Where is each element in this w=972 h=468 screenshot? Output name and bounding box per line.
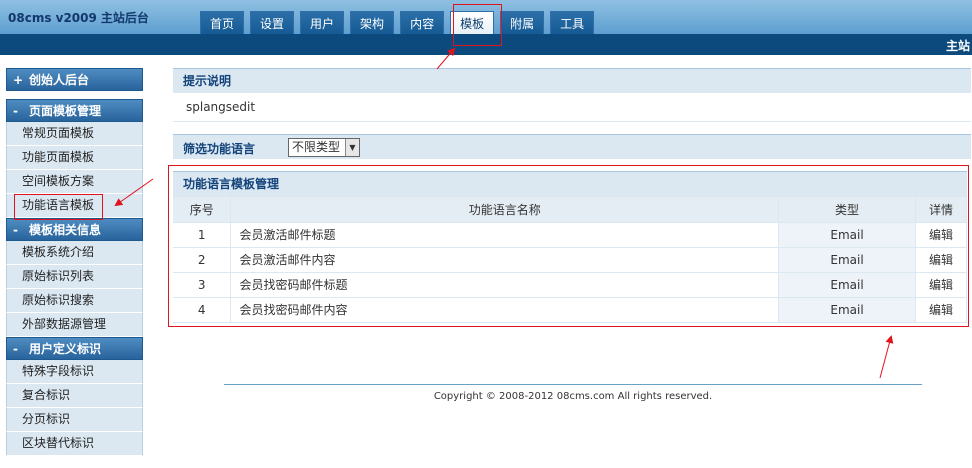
tab-templates[interactable]: 模板: [450, 11, 495, 34]
column-header-details: 详情: [915, 197, 967, 223]
tab-extras[interactable]: 附属: [500, 11, 545, 34]
sidebar-founder-header[interactable]: + 创始人后台: [6, 68, 143, 91]
sidebar-item-raw-tag-list[interactable]: 原始标识列表: [6, 265, 143, 289]
table-row: 1 会员激活邮件标题 Email 编辑: [173, 222, 967, 248]
tip-title: 提示说明: [173, 68, 971, 93]
sidebar-item-pagination-tags[interactable]: 分页标识: [6, 408, 143, 432]
table-header-row: 序号 功能语言名称 类型 详情: [173, 197, 967, 223]
row-name: 会员激活邮件内容: [230, 247, 780, 273]
row-name: 会员激活邮件标题: [230, 222, 780, 248]
sidebar-section-user-tags[interactable]: - 用户定义标识: [6, 337, 143, 360]
row-no: 2: [173, 247, 232, 273]
tab-users[interactable]: 用户: [300, 11, 345, 34]
dropdown-arrow-icon[interactable]: ▼: [345, 139, 359, 156]
filter-bar: 筛选功能语言 不限类型 ▼: [173, 134, 971, 159]
logo-title: 主站后台: [100, 11, 149, 25]
row-type: Email: [778, 297, 916, 323]
table-row: 2 会员激活邮件内容 Email 编辑: [173, 247, 967, 273]
tab-settings[interactable]: 设置: [250, 11, 295, 34]
logo-version: 08cms v2009: [8, 11, 97, 25]
table-row: 3 会员找密码邮件标题 Email 编辑: [173, 272, 967, 298]
row-type: Email: [778, 247, 916, 273]
row-type: Email: [778, 272, 916, 298]
table-row: 4 会员找密码邮件内容 Email 编辑: [173, 297, 967, 323]
column-header-type: 类型: [778, 197, 916, 223]
sidebar-section-template-info[interactable]: - 模板相关信息: [6, 218, 143, 241]
tab-tools[interactable]: 工具: [550, 11, 595, 34]
tab-structure[interactable]: 架构: [350, 11, 395, 34]
collapse-icon: -: [13, 104, 18, 118]
sidebar-header-label: 用户定义标识: [29, 342, 102, 356]
row-no: 4: [173, 297, 232, 323]
expand-icon: +: [13, 73, 24, 87]
tip-panel: 提示说明 splangsedit: [173, 68, 971, 122]
top-header: 08cms v2009 主站后台 首页 设置 用户 架构 内容 模板 附属 工具: [0, 0, 972, 34]
collapse-icon: -: [13, 342, 18, 356]
sidebar-item-block-replace-tags[interactable]: 区块替代标识: [6, 432, 143, 456]
edit-link[interactable]: 编辑: [915, 297, 967, 323]
site-label: 主站: [945, 39, 970, 53]
app-logo: 08cms v2009 主站后台: [8, 9, 149, 26]
annotation-arrow-table: [879, 335, 894, 379]
tip-text: splangsedit: [173, 93, 971, 122]
sidebar-item-template-system-intro[interactable]: 模板系统介绍: [6, 241, 143, 265]
sidebar-item-label: 功能语言模板: [22, 198, 95, 212]
sub-header-bar: 主站: [0, 34, 972, 55]
edit-link[interactable]: 编辑: [915, 222, 967, 248]
filter-selected-value: 不限类型: [292, 140, 341, 154]
edit-link[interactable]: 编辑: [915, 247, 967, 273]
sidebar-item-raw-tag-search[interactable]: 原始标识搜索: [6, 289, 143, 313]
edit-link[interactable]: 编辑: [915, 272, 967, 298]
sidebar-item-function-page-templates[interactable]: 功能页面模板: [6, 146, 143, 170]
sidebar-item-compound-tags[interactable]: 复合标识: [6, 384, 143, 408]
row-no: 3: [173, 272, 232, 298]
function-language-table-panel: 功能语言模板管理 序号 功能语言名称 类型 详情 1 会员激活邮件标题 Emai…: [173, 171, 967, 323]
function-language-table: 序号 功能语言名称 类型 详情 1 会员激活邮件标题 Email 编辑 2 会员…: [173, 197, 967, 323]
footer-copyright: Copyright © 2008-2012 08cms.com All righ…: [433, 391, 713, 402]
sidebar-item-function-language-templates[interactable]: 功能语言模板: [6, 194, 143, 218]
table-title: 功能语言模板管理: [173, 171, 967, 197]
row-name: 会员找密码邮件标题: [230, 272, 780, 298]
row-type: Email: [778, 222, 916, 248]
footer-divider: [224, 384, 922, 385]
type-filter-select[interactable]: 不限类型 ▼: [288, 138, 360, 157]
column-header-no: 序号: [173, 197, 232, 223]
sidebar-section-page-templates[interactable]: - 页面模板管理: [6, 99, 143, 122]
sidebar-item-special-field-tags[interactable]: 特殊字段标识: [6, 360, 143, 384]
sidebar-header-label: 创始人后台: [29, 73, 90, 87]
sidebar-header-label: 模板相关信息: [29, 223, 102, 237]
sidebar: + 创始人后台 - 页面模板管理 常规页面模板 功能页面模板 空间模板方案 功能语言…: [6, 68, 143, 456]
sidebar-item-regular-page-templates[interactable]: 常规页面模板: [6, 122, 143, 146]
row-no: 1: [173, 222, 232, 248]
sidebar-header-label: 页面模板管理: [29, 104, 102, 118]
sidebar-item-external-datasource[interactable]: 外部数据源管理: [6, 313, 143, 337]
filter-label: 筛选功能语言: [183, 142, 256, 156]
tab-home[interactable]: 首页: [200, 11, 245, 34]
sidebar-item-space-template-schemes[interactable]: 空间模板方案: [6, 170, 143, 194]
tab-content[interactable]: 内容: [400, 11, 445, 34]
row-name: 会员找密码邮件内容: [230, 297, 780, 323]
collapse-icon: -: [13, 223, 18, 237]
column-header-name: 功能语言名称: [230, 197, 780, 223]
main-nav-tabs: 首页 设置 用户 架构 内容 模板 附属 工具: [200, 11, 600, 34]
